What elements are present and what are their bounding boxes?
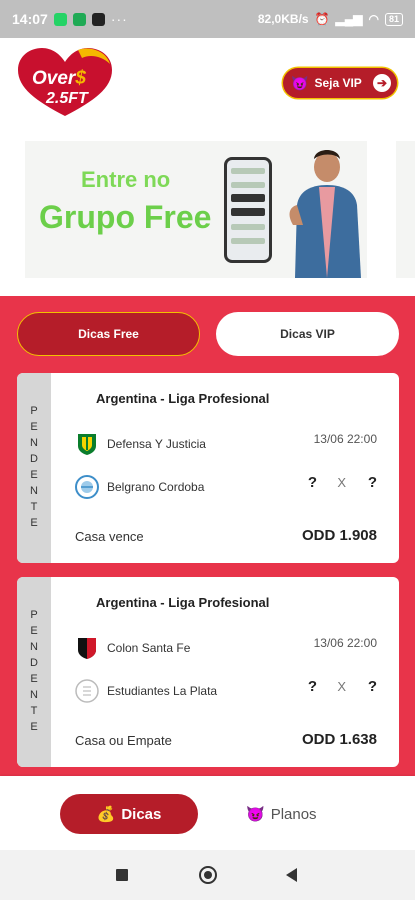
tab-dicas-vip[interactable]: Dicas VIP bbox=[216, 312, 399, 356]
banner-next-slide[interactable] bbox=[396, 141, 415, 278]
away-team-name: Estudiantes La Plata bbox=[107, 684, 218, 698]
system-navigation-bar bbox=[0, 850, 415, 900]
promo-banner[interactable]: Entre no Grupo Free bbox=[25, 141, 367, 278]
bet-market: Casa ou Empate bbox=[75, 733, 172, 748]
alarm-icon: ⏰ bbox=[314, 12, 330, 26]
status-pendente: PENDENTE bbox=[30, 609, 38, 733]
away-score: ? bbox=[367, 474, 377, 491]
home-team: Defensa Y Justicia bbox=[75, 432, 206, 456]
nav-planos-label: Planos bbox=[270, 805, 317, 823]
status-time: 14:07 bbox=[12, 11, 48, 27]
battery-icon: 81 bbox=[384, 12, 403, 26]
whatsapp-business-notification-icon bbox=[72, 12, 86, 26]
phone-illustration bbox=[224, 157, 272, 263]
logo-text-top: Over$ bbox=[32, 68, 86, 89]
score-separator: X bbox=[337, 475, 346, 490]
back-icon[interactable] bbox=[286, 868, 297, 882]
tab-dicas-free[interactable]: Dicas Free bbox=[17, 312, 200, 356]
bet-odd: ODD 1.908 bbox=[301, 527, 377, 544]
home-icon[interactable] bbox=[199, 866, 217, 884]
nav-dicas-button[interactable]: 💰 Dicas bbox=[60, 794, 198, 834]
person-illustration bbox=[289, 150, 361, 278]
home-team-name: Colon Santa Fe bbox=[107, 641, 191, 655]
home-team-name: Defensa Y Justicia bbox=[107, 437, 206, 451]
nav-dicas-label: Dicas bbox=[121, 805, 162, 823]
logo-text-bottom: 2.5FT bbox=[46, 90, 88, 107]
banner-headline: Entre no bbox=[81, 167, 171, 192]
tip-card[interactable]: PENDENTE Argentina - Liga Profesional Co… bbox=[17, 577, 399, 767]
recent-apps-icon[interactable] bbox=[116, 869, 128, 881]
league-name: Argentina - Liga Profesional bbox=[96, 595, 270, 610]
seja-vip-button[interactable]: 😈 Seja VIP ➔ bbox=[283, 68, 397, 98]
away-team-name: Belgrano Cordoba bbox=[107, 480, 205, 494]
arrow-right-icon: ➔ bbox=[373, 74, 391, 92]
network-speed: 82,0KB/s bbox=[257, 12, 309, 26]
money-bag-icon: 💰 bbox=[96, 806, 116, 823]
team-crest-icon bbox=[75, 432, 99, 456]
devil-icon: 😈 bbox=[246, 806, 265, 823]
home-team: Colon Santa Fe bbox=[75, 636, 190, 660]
away-score: ? bbox=[367, 678, 377, 695]
status-bar: 14:07 ··· 82,0KB/s ⏰ ▂▄▆ ◠ 81 bbox=[0, 0, 415, 38]
match-datetime: 13/06 22:00 bbox=[313, 432, 377, 446]
devil-icon: 😈 bbox=[291, 74, 309, 91]
app-logo[interactable]: Over$ 2.5FT bbox=[16, 46, 114, 118]
app-header: Over$ 2.5FT 😈 Seja VIP ➔ bbox=[0, 38, 415, 130]
tip-card[interactable]: PENDENTE Argentina - Liga Profesional De… bbox=[17, 373, 399, 563]
bottom-navigation: 💰 Dicas 😈 Planos bbox=[0, 776, 415, 850]
more-notifications-icon: ··· bbox=[110, 11, 128, 27]
home-score: ? bbox=[307, 474, 317, 491]
match-datetime: 13/06 22:00 bbox=[313, 636, 377, 650]
away-team: Belgrano Cordoba bbox=[75, 475, 204, 499]
nav-planos-button[interactable]: 😈 Planos bbox=[246, 794, 317, 834]
app-notification-icon bbox=[91, 12, 105, 26]
score-separator: X bbox=[337, 679, 346, 694]
seja-vip-label: Seja VIP bbox=[314, 76, 362, 90]
away-team: Estudiantes La Plata bbox=[75, 679, 217, 703]
team-crest-icon bbox=[75, 679, 99, 703]
bet-odd: ODD 1.638 bbox=[301, 731, 377, 748]
whatsapp-notification-icon bbox=[53, 12, 67, 26]
signal-icon: ▂▄▆ bbox=[335, 12, 363, 26]
bet-market: Casa vence bbox=[75, 529, 144, 544]
team-crest-icon bbox=[75, 636, 99, 660]
home-score: ? bbox=[307, 678, 317, 695]
banner-subheadline: Grupo Free bbox=[39, 199, 212, 235]
status-pendente: PENDENTE bbox=[30, 405, 38, 529]
team-crest-icon bbox=[75, 475, 99, 499]
wifi-icon: ◠ bbox=[368, 12, 379, 26]
league-name: Argentina - Liga Profesional bbox=[96, 391, 270, 406]
